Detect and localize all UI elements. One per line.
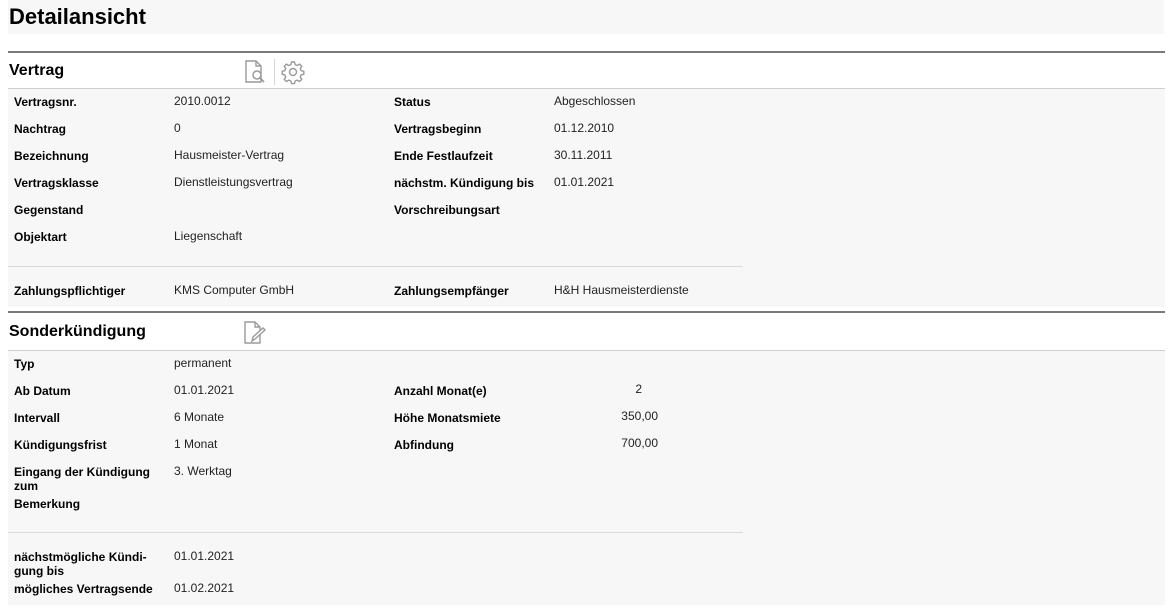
field-label: Ende Festlaufzeit <box>394 149 493 163</box>
payee-value: H&H Hausmeisterdienste <box>554 283 689 297</box>
field-value: 01.02.2021 <box>174 581 235 595</box>
divider <box>8 266 743 267</box>
gear-icon[interactable] <box>280 59 306 85</box>
field-value: 6 Monate <box>174 410 225 424</box>
document-edit-icon[interactable] <box>241 320 267 346</box>
sonder-section-header: Sonderkündigung <box>8 311 1165 351</box>
field-label: Vertragsnr. <box>14 95 77 109</box>
field-value: Liegenschaft <box>174 229 243 243</box>
field-label: Vorschreibungsart <box>394 203 500 217</box>
field-label: Abfindung <box>394 438 454 452</box>
field-label: Vertragsklasse <box>14 176 99 190</box>
field-value: 700,00 <box>621 436 658 450</box>
field-value: 2010.0012 <box>174 94 231 108</box>
field-value: Hausmeister-Vertrag <box>174 148 285 162</box>
field-value: 01.01.2021 <box>174 383 235 397</box>
vertrag-section-title: Vertrag <box>9 62 65 79</box>
field-label: Objektart <box>14 230 67 244</box>
field-label: Nachtrag <box>14 122 67 136</box>
field-label: nächstmögliche Kündi-gung bis <box>14 550 147 578</box>
field-label: Bezeichnung <box>14 149 89 163</box>
field-value: Dienstleistungsvertrag <box>174 175 293 189</box>
field-label: Kündigungsfrist <box>14 438 107 452</box>
field-value: 01.01.2021 <box>554 175 615 189</box>
icon-separator <box>274 59 275 85</box>
field-label: Eingang der Kündigung zum <box>14 465 150 493</box>
field-label: Status <box>394 95 431 109</box>
payer-value: KMS Computer GmbH <box>174 283 295 297</box>
sonder-section-body: Typ permanent Ab Datum 01.01.2021 Interv… <box>8 351 1165 605</box>
divider <box>8 532 743 533</box>
field-label: Anzahl Monat(e) <box>394 384 487 398</box>
field-label: Typ <box>14 357 35 371</box>
field-value: permanent <box>174 356 232 370</box>
field-value: 01.12.2010 <box>554 121 615 135</box>
field-label: Höhe Monatsmiete <box>394 411 501 425</box>
field-value: Abgeschlossen <box>554 94 636 108</box>
field-label: Bemerkung <box>14 497 81 511</box>
page-title: Detailansicht <box>8 0 1164 34</box>
field-value: 1 Monat <box>174 437 218 451</box>
payee-label: Zahlungsempfänger <box>394 284 509 298</box>
vertrag-section-body: Vertragsnr. 2010.0012 Nachtrag 0 Bezeich… <box>8 89 1165 307</box>
field-label: Intervall <box>14 411 61 425</box>
field-value: 0 <box>174 121 181 135</box>
field-label: Gegenstand <box>14 203 84 217</box>
field-label: Ab Datum <box>14 384 71 398</box>
field-value: 30.11.2011 <box>554 148 613 162</box>
payer-label: Zahlungspflichtiger <box>14 284 126 298</box>
field-value: 350,00 <box>621 409 658 423</box>
field-value: 01.01.2021 <box>174 549 235 563</box>
field-label: Vertragsbeginn <box>394 122 482 136</box>
field-label: nächstm. Kündigung bis <box>394 176 534 190</box>
field-label: mögliches Vertragsende <box>14 582 153 596</box>
document-search-icon[interactable] <box>242 59 268 85</box>
vertrag-section-header: Vertrag <box>8 51 1165 89</box>
field-value: 2 <box>635 382 642 396</box>
sonder-section-title: Sonderkündigung <box>9 323 146 340</box>
field-value: 3. Werktag <box>174 464 232 478</box>
